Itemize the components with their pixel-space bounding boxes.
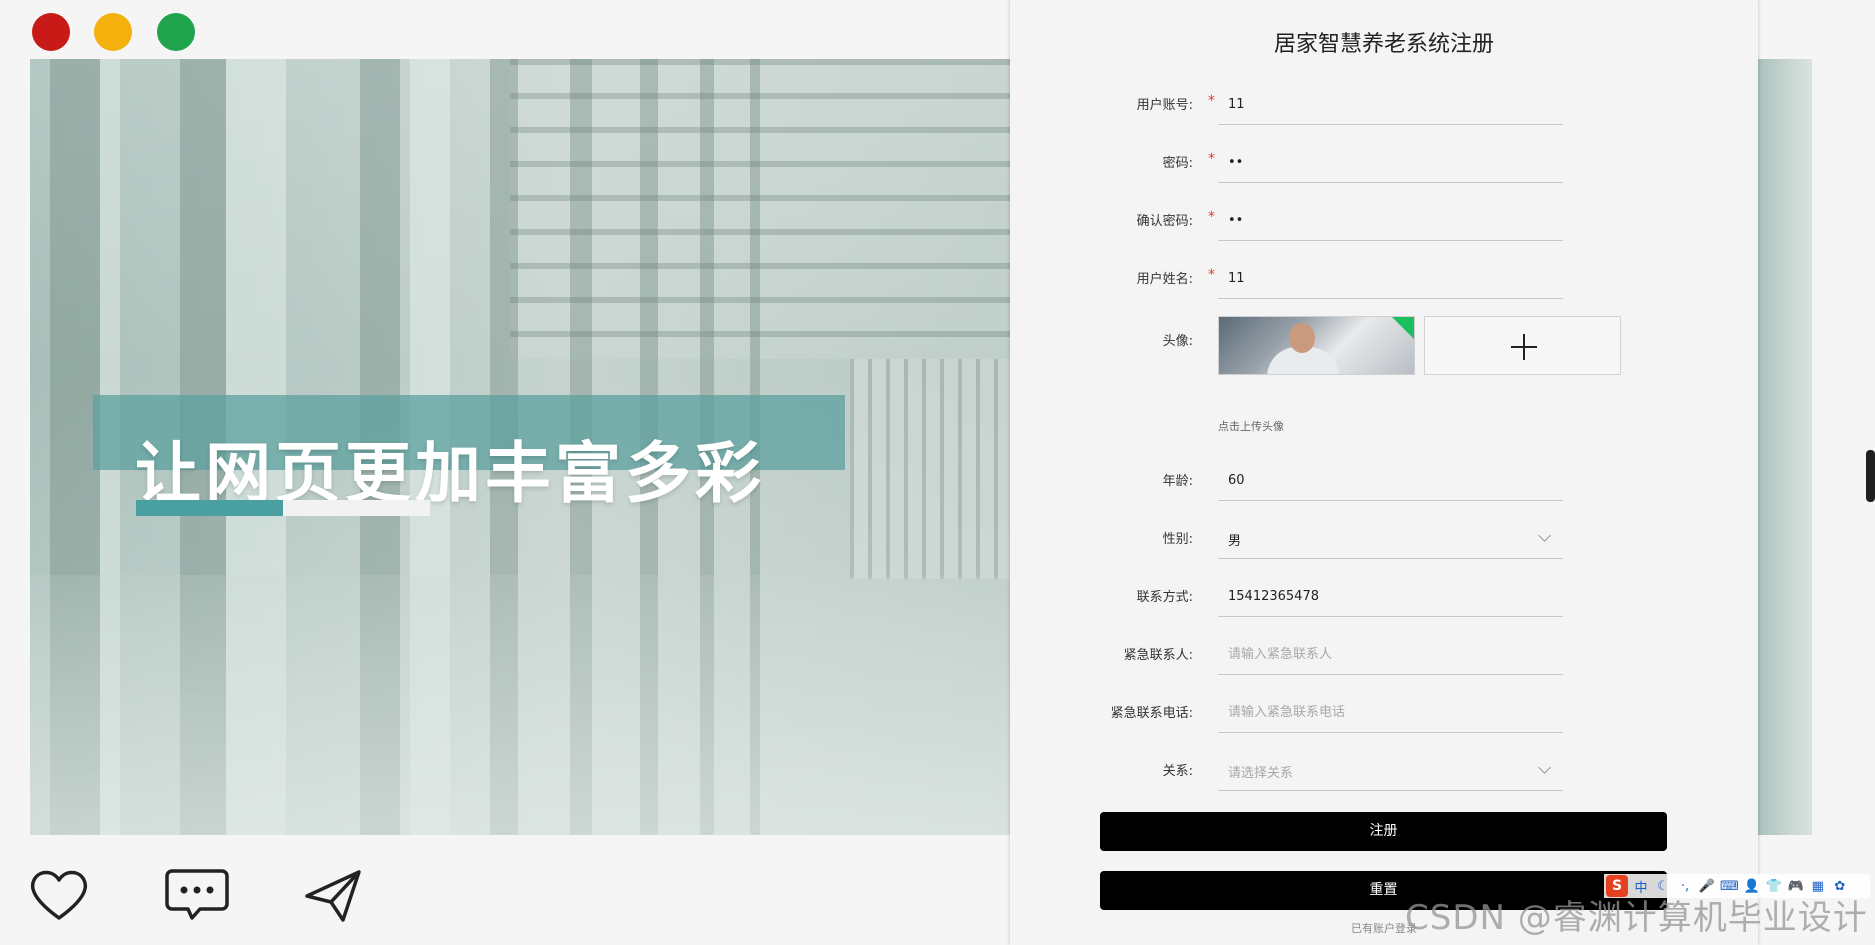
age-label: 年龄: xyxy=(1162,474,1193,489)
avatar-upload-button[interactable] xyxy=(1424,316,1621,375)
password-label: 密码: xyxy=(1162,156,1193,171)
account-row: 用户账号: * xyxy=(1010,85,1758,125)
password-field xyxy=(1218,143,1563,183)
relation-select[interactable]: 请选择关系 xyxy=(1218,751,1563,791)
required-mark: * xyxy=(1208,93,1215,109)
register-button[interactable]: 注册 xyxy=(1100,812,1667,851)
age-row: 年龄: xyxy=(1010,461,1758,501)
avatar-success-corner xyxy=(1392,317,1414,339)
hero-floor xyxy=(30,575,1010,835)
gender-row: 性别: 男 xyxy=(1010,519,1758,559)
gender-selected-value: 男 xyxy=(1228,534,1242,549)
emergency-phone-field xyxy=(1218,693,1563,733)
account-field xyxy=(1218,85,1563,125)
password-input[interactable] xyxy=(1218,143,1563,181)
hero-progress-bar xyxy=(136,500,430,516)
hero-progress-fill xyxy=(136,500,283,516)
emergency-phone-input[interactable] xyxy=(1218,693,1563,731)
gender-label: 性别: xyxy=(1162,532,1193,547)
emergency-phone-row: 紧急联系电话: xyxy=(1010,693,1758,733)
chevron-down-icon xyxy=(1538,529,1551,542)
required-mark: * xyxy=(1208,151,1215,167)
required-mark: * xyxy=(1208,267,1215,283)
phone-field xyxy=(1218,577,1563,617)
avatar-person-head xyxy=(1289,323,1315,353)
window-maximize-dot[interactable] xyxy=(157,13,195,51)
emergency-contact-field xyxy=(1218,635,1563,675)
hero-vanishing-point xyxy=(850,359,1010,579)
username-label: 用户姓名: xyxy=(1136,272,1193,287)
window-minimize-dot[interactable] xyxy=(94,13,132,51)
watermark-text: CSDN @睿渊计算机毕业设计 xyxy=(1405,898,1868,938)
register-panel: 居家智慧养老系统注册 用户账号: * 密码: * 确认密码: * 用户姓名: *… xyxy=(1010,0,1758,945)
emergency-phone-label: 紧急联系电话: xyxy=(1110,706,1193,721)
confirm-password-field xyxy=(1218,201,1563,241)
username-input[interactable] xyxy=(1218,259,1563,297)
avatar-preview-image[interactable] xyxy=(1218,316,1415,375)
age-input[interactable] xyxy=(1218,461,1563,499)
phone-input[interactable] xyxy=(1218,577,1563,615)
avatar-label: 头像: xyxy=(1162,334,1193,349)
background-image-edge xyxy=(1756,59,1812,835)
account-label: 用户账号: xyxy=(1136,98,1193,113)
phone-row: 联系方式: xyxy=(1010,577,1758,617)
avatar-row: 头像: xyxy=(1010,316,1758,376)
relation-label: 关系: xyxy=(1162,764,1193,779)
confirm-password-row: 确认密码: * xyxy=(1010,201,1758,241)
heart-icon[interactable] xyxy=(28,868,90,922)
confirm-password-input[interactable] xyxy=(1218,201,1563,239)
username-row: 用户姓名: * xyxy=(1010,259,1758,299)
relation-row: 关系: 请选择关系 xyxy=(1010,751,1758,791)
chevron-down-icon xyxy=(1538,761,1551,774)
emergency-contact-row: 紧急联系人: xyxy=(1010,635,1758,675)
send-icon[interactable] xyxy=(303,868,363,924)
emergency-contact-label: 紧急联系人: xyxy=(1123,648,1193,663)
avatar-upload-hint: 点击上传头像 xyxy=(1218,420,1284,433)
phone-label: 联系方式: xyxy=(1136,590,1193,605)
window-close-dot[interactable] xyxy=(32,13,70,51)
register-title: 居家智慧养老系统注册 xyxy=(1273,32,1494,57)
relation-placeholder: 请选择关系 xyxy=(1228,766,1294,781)
plus-icon xyxy=(1523,334,1525,360)
gender-select[interactable]: 男 xyxy=(1218,519,1563,559)
emergency-contact-input[interactable] xyxy=(1218,635,1563,673)
confirm-password-label: 确认密码: xyxy=(1136,214,1193,229)
page-scrollbar[interactable] xyxy=(1866,450,1875,502)
age-field xyxy=(1218,461,1563,501)
comment-icon[interactable] xyxy=(164,868,230,922)
password-row: 密码: * xyxy=(1010,143,1758,183)
required-mark: * xyxy=(1208,209,1215,225)
username-field xyxy=(1218,259,1563,299)
account-input[interactable] xyxy=(1218,85,1563,123)
